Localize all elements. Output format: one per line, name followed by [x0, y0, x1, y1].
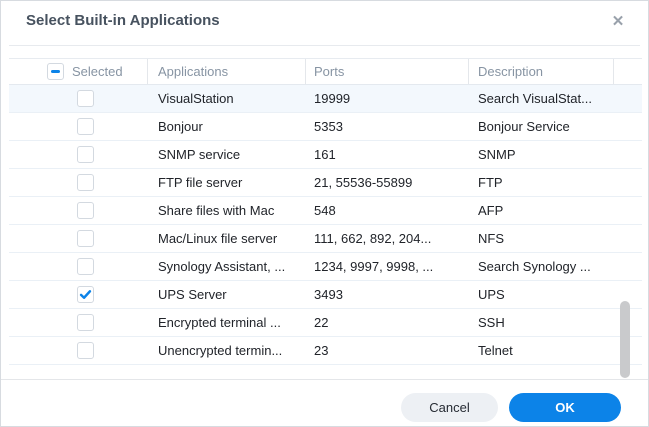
row-checkbox[interactable] [77, 174, 94, 191]
column-label-selected: Selected [72, 64, 123, 79]
row-checkbox-cell [9, 202, 148, 219]
row-checkbox-cell [9, 118, 148, 135]
ports-cell: 19999 [306, 91, 469, 106]
application-cell: FTP file server [148, 175, 306, 190]
row-checkbox-cell [9, 174, 148, 191]
ok-button[interactable]: OK [509, 393, 621, 422]
application-cell: Share files with Mac [148, 203, 306, 218]
row-checkbox[interactable] [77, 90, 94, 107]
table-header-row: Selected Applications Ports Description [9, 58, 642, 85]
ports-cell: 21, 55536-55899 [306, 175, 469, 190]
table-row[interactable]: Synology Assistant, ...1234, 9997, 9998,… [9, 253, 642, 281]
ports-cell: 3493 [306, 287, 469, 302]
table-row[interactable]: Encrypted terminal ...22SSH [9, 309, 642, 337]
application-cell: Synology Assistant, ... [148, 259, 306, 274]
description-cell: FTP [469, 175, 614, 190]
row-checkbox-cell [9, 314, 148, 331]
row-checkbox[interactable] [77, 258, 94, 275]
description-cell: SNMP [469, 147, 614, 162]
table-row[interactable]: SNMP service161SNMP [9, 141, 642, 169]
ports-cell: 5353 [306, 119, 469, 134]
row-checkbox[interactable] [77, 230, 94, 247]
row-checkbox[interactable] [77, 286, 94, 303]
select-built-in-applications-dialog: Select Built-in Applications ✕ Selected … [0, 0, 649, 427]
footer-divider [1, 379, 648, 380]
table-row[interactable]: Share files with Mac548AFP [9, 197, 642, 225]
dialog-title: Select Built-in Applications [26, 12, 220, 29]
table-row[interactable]: FTP file server21, 55536-55899FTP [9, 169, 642, 197]
application-cell: UPS Server [148, 287, 306, 302]
ports-cell: 111, 662, 892, 204... [306, 231, 469, 246]
description-cell: Search VisualStat... [469, 91, 614, 106]
header-cell-ports[interactable]: Ports [306, 59, 469, 84]
cancel-button[interactable]: Cancel [401, 393, 498, 422]
ports-cell: 22 [306, 315, 469, 330]
select-all-checkbox[interactable] [47, 63, 64, 80]
close-icon[interactable]: ✕ [605, 9, 631, 35]
application-cell: Bonjour [148, 119, 306, 134]
description-cell: Bonjour Service [469, 119, 614, 134]
table-row[interactable]: Bonjour5353Bonjour Service [9, 113, 642, 141]
applications-table: Selected Applications Ports Description … [9, 58, 642, 365]
description-cell: AFP [469, 203, 614, 218]
ports-cell: 548 [306, 203, 469, 218]
application-cell: VisualStation [148, 91, 306, 106]
row-checkbox[interactable] [77, 202, 94, 219]
ports-cell: 23 [306, 343, 469, 358]
indeterminate-mark-icon [51, 70, 60, 73]
row-checkbox-cell [9, 258, 148, 275]
ports-cell: 161 [306, 147, 469, 162]
row-checkbox-cell [9, 90, 148, 107]
vertical-scrollbar-thumb[interactable] [620, 301, 630, 378]
row-checkbox[interactable] [77, 146, 94, 163]
table-row[interactable]: Unencrypted termin...23Telnet [9, 337, 642, 365]
row-checkbox-cell [9, 146, 148, 163]
application-cell: Mac/Linux file server [148, 231, 306, 246]
checkmark-icon [79, 288, 92, 301]
description-cell: UPS [469, 287, 614, 302]
header-cell-selected: Selected [9, 59, 148, 84]
table-row[interactable]: UPS Server3493UPS [9, 281, 642, 309]
table-row[interactable]: Mac/Linux file server111, 662, 892, 204.… [9, 225, 642, 253]
application-cell: SNMP service [148, 147, 306, 162]
row-checkbox[interactable] [77, 314, 94, 331]
description-cell: SSH [469, 315, 614, 330]
titlebar-divider [9, 45, 640, 46]
header-cell-spacer [614, 59, 634, 84]
application-cell: Encrypted terminal ... [148, 315, 306, 330]
row-checkbox[interactable] [77, 342, 94, 359]
description-cell: Telnet [469, 343, 614, 358]
row-checkbox-cell [9, 230, 148, 247]
row-checkbox[interactable] [77, 118, 94, 135]
table-body: VisualStation19999Search VisualStat...Bo… [9, 85, 642, 365]
application-cell: Unencrypted termin... [148, 343, 306, 358]
header-cell-applications[interactable]: Applications [148, 59, 306, 84]
row-checkbox-cell [9, 286, 148, 303]
row-checkbox-cell [9, 342, 148, 359]
table-row[interactable]: VisualStation19999Search VisualStat... [9, 85, 642, 113]
description-cell: Search Synology ... [469, 259, 614, 274]
header-cell-description[interactable]: Description [469, 59, 614, 84]
dialog-titlebar: Select Built-in Applications ✕ [1, 1, 648, 45]
description-cell: NFS [469, 231, 614, 246]
ports-cell: 1234, 9997, 9998, ... [306, 259, 469, 274]
